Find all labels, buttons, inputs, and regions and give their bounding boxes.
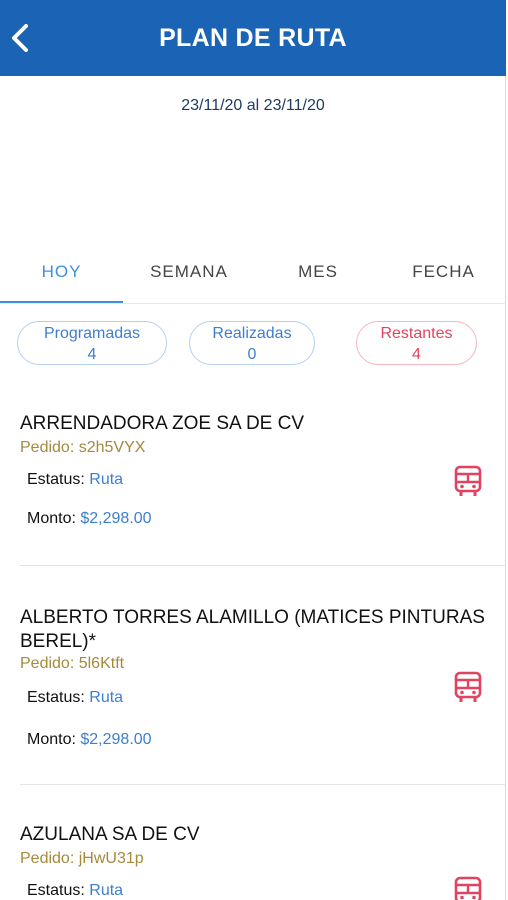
restantes-label: Restantes	[380, 325, 453, 342]
tab-mes[interactable]: MES	[255, 256, 381, 304]
realizadas-filter[interactable]: Realizadas 0	[189, 321, 315, 365]
order-card[interactable]: ARRENDADORA ZOE SA DE CV Pedido: s2h5VYX…	[20, 412, 506, 528]
tab-hoy[interactable]: HOY	[0, 256, 123, 304]
client-name: AZULANA SA DE CV	[20, 824, 200, 845]
client-name: ALBERTO TORRES ALAMILLO (MATICES PINTURA…	[20, 607, 485, 652]
order-amount: Monto: $2,298.00	[27, 510, 152, 527]
order-card[interactable]: AZULANA SA DE CV Pedido: jHwU31p Estatus…	[20, 823, 506, 900]
bus-icon[interactable]	[454, 465, 482, 497]
restantes-filter[interactable]: Restantes 4	[356, 321, 477, 365]
tab-divider	[0, 303, 506, 304]
bus-icon[interactable]	[454, 876, 482, 900]
order-status: Estatus: Ruta	[27, 689, 124, 706]
realizadas-label: Realizadas	[212, 325, 292, 342]
client-name: ARRENDADORA ZOE SA DE CV	[20, 413, 305, 434]
app-header: PLAN DE RUTA	[0, 0, 506, 76]
programadas-count: 4	[87, 346, 97, 363]
bus-icon[interactable]	[454, 671, 482, 703]
date-range: 23/11/20 al 23/11/20	[181, 97, 325, 114]
order-id: Pedido: 5l6Ktft	[20, 655, 125, 672]
order-card[interactable]: ALBERTO TORRES ALAMILLO (MATICES PINTURA…	[20, 606, 506, 749]
page-title: PLAN DE RUTA	[159, 24, 347, 52]
programadas-label: Programadas	[43, 325, 141, 342]
order-status: Estatus: Ruta	[27, 882, 124, 899]
tab-bar: HOY SEMANA MES FECHA	[0, 256, 506, 304]
order-id: Pedido: s2h5VYX	[20, 439, 146, 456]
order-divider	[20, 784, 506, 785]
order-amount: Monto: $2,298.00	[27, 731, 152, 748]
tab-semana[interactable]: SEMANA	[123, 256, 255, 304]
restantes-count: 4	[412, 346, 421, 363]
order-status: Estatus: Ruta	[27, 471, 124, 488]
order-id: Pedido: jHwU31p	[20, 850, 144, 867]
realizadas-count: 0	[247, 346, 257, 363]
tab-fecha[interactable]: FECHA	[381, 256, 506, 304]
order-divider	[20, 565, 506, 566]
programadas-filter[interactable]: Programadas 4	[17, 321, 167, 365]
